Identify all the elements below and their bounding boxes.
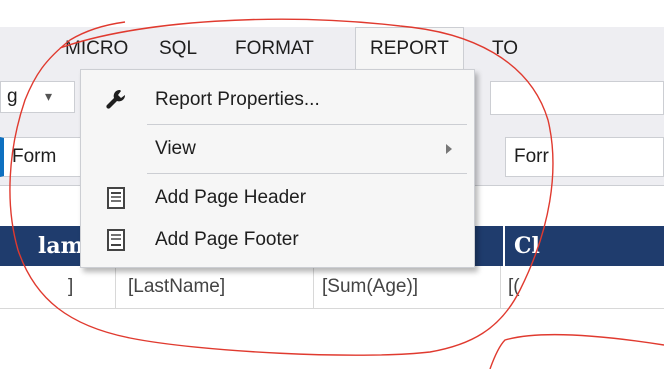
menu-item-report-properties[interactable]: Report Properties... [81,76,474,124]
header-cell-name[interactable]: lam [38,226,84,266]
page-footer-icon [107,229,125,251]
chevron-down-icon[interactable]: ▾ [45,88,52,105]
header-divider [503,226,505,266]
menu-item-label: Add Page Header [155,187,307,208]
cell-divider [115,266,116,308]
menu-micro[interactable]: MICRO [65,27,128,69]
menu-format[interactable]: FORMAT [235,27,314,69]
menu-tools[interactable]: TO [492,27,518,69]
menu-item-label: Add Page Footer [155,229,299,250]
cell-divider [500,266,501,308]
wrench-icon [106,89,126,109]
menu-item-label: View [155,138,196,159]
cell-sum-age[interactable]: [Sum(Age)] [322,266,418,308]
tab-form-right[interactable]: Forr [505,137,664,177]
cell-divider [313,266,314,308]
cell-truncated[interactable]: [( [508,266,520,308]
submenu-arrow-icon [446,144,452,154]
menu-item-label: Report Properties... [155,89,320,110]
combo-value: g [7,86,18,107]
style-combobox[interactable]: g ▾ [0,81,75,113]
header-cell-cl[interactable]: Cl [514,226,540,266]
page-header-icon [107,187,125,209]
tab-form-left[interactable]: Form [0,137,90,177]
toolbar-input[interactable] [490,81,664,115]
report-dropdown-menu: Report Properties... View Add Page Heade… [80,69,475,268]
menu-bar: MICRO SQL FORMAT REPORT TO [0,27,664,69]
cell-firstname[interactable]: ] [68,266,73,308]
menu-item-add-page-header[interactable]: Add Page Header [81,174,474,222]
menu-report[interactable]: REPORT [355,27,464,69]
menu-item-view[interactable]: View [81,125,474,173]
menu-sql[interactable]: SQL [159,27,197,69]
table-row: ] [LastName] [Sum(Age)] [( [0,266,664,309]
cell-lastname[interactable]: [LastName] [128,266,225,308]
menu-item-add-page-footer[interactable]: Add Page Footer [81,216,474,264]
